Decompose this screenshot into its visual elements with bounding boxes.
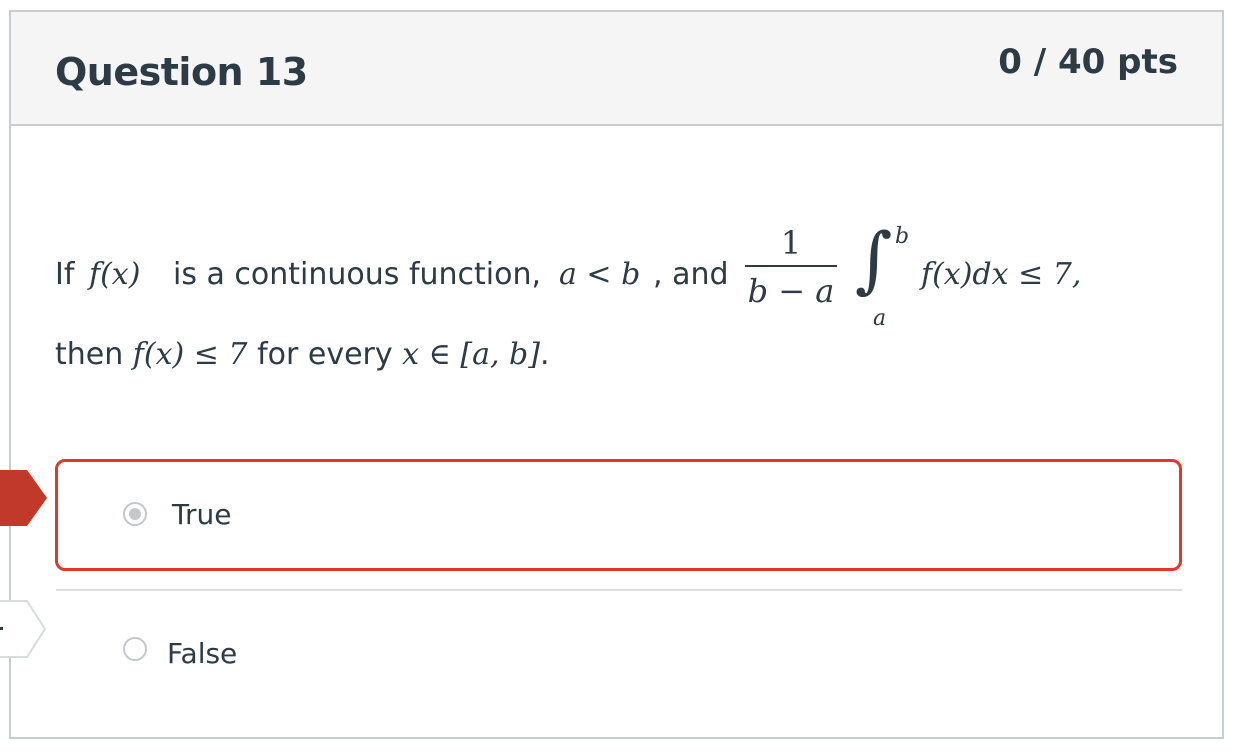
integral-sign: ∫ [855, 217, 893, 301]
question-header: Question 13 0 / 40 pts [11, 12, 1222, 126]
answer-label-true: True [172, 498, 232, 531]
fraction-numerator: 1 [780, 224, 802, 262]
answer-true[interactable]: True [55, 459, 1182, 571]
fraction-bar [745, 265, 837, 267]
radio-false[interactable] [123, 637, 147, 661]
math-a-lt-b: a < b [559, 257, 641, 292]
text-then: then [55, 337, 124, 372]
fraction-denominator: b − a [747, 272, 835, 310]
text-intro: If [55, 257, 75, 292]
text-mid-1: is a continuous function, [173, 257, 542, 292]
correct-answer-marker-icon [0, 600, 47, 658]
math-integrand: f(x)dx ≤ 7, [921, 257, 1082, 292]
math-conclusion: f(x) ≤ 7 [132, 337, 248, 372]
radio-true[interactable] [123, 502, 147, 526]
answer-false[interactable]: False [55, 597, 1182, 697]
question-title: Question 13 [55, 50, 308, 94]
wrong-answer-marker-icon [0, 470, 47, 526]
answer-label-false: False [167, 637, 238, 670]
math-fraction: 1 b − a [745, 223, 837, 311]
integral-lower-limit: a [873, 306, 887, 331]
integral-upper-limit: b [895, 224, 910, 249]
question-line-2: then f(x) ≤ 7 for every x ∈ [a, b]. [55, 335, 550, 375]
question-card: Question 13 0 / 40 pts If f(x) is a cont… [9, 10, 1224, 739]
text-end: . [539, 337, 550, 372]
math-f-of-x: f(x) [89, 257, 141, 292]
answers-divider [56, 589, 1182, 591]
math-domain: x ∈ [a, b] [402, 337, 540, 372]
question-points: 0 / 40 pts [998, 42, 1178, 82]
text-for-every: for every [257, 337, 393, 372]
text-mid-2: , and [653, 257, 729, 292]
